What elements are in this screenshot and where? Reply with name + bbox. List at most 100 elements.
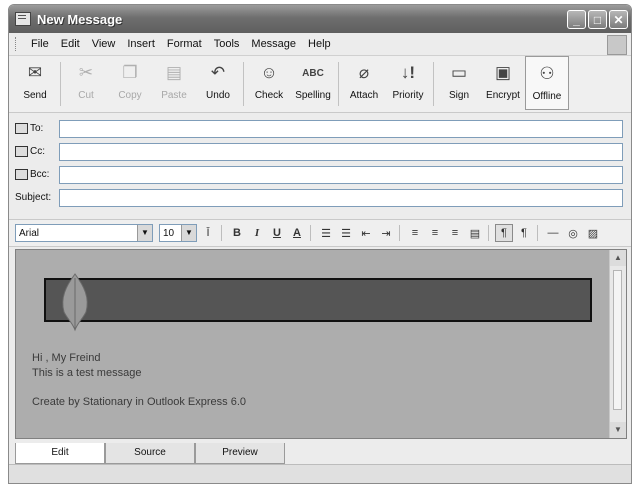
paragraph-style-icon[interactable]: Ī [199,224,217,242]
new-message-icon [15,12,31,26]
cc-row: Cc: [15,140,625,163]
maximize-button[interactable]: □ [588,9,607,29]
cut-button[interactable]: ✂ Cut [64,56,108,110]
justify-icon[interactable]: ▤ [466,224,484,242]
cc-label: Cc: [30,146,45,157]
hyperlink-icon[interactable]: ◎ [564,224,582,242]
menu-grip[interactable] [15,37,19,51]
copy-icon: ❐ [122,63,138,82]
send-label: Send [23,90,47,101]
align-center-icon[interactable]: ≡ [426,224,444,242]
undo-button[interactable]: ↶ Undo [196,56,240,110]
address-book-icon [15,123,28,134]
send-icon: ✉ [27,63,43,82]
italic-icon[interactable]: I [248,224,266,242]
title-bar[interactable]: New Message _ □ ✕ [9,5,631,33]
encrypt-label: Encrypt [486,90,520,101]
right-to-left-icon[interactable]: ¶ [515,224,533,242]
tab-preview[interactable]: Preview [195,443,285,464]
check-names-button[interactable]: ☺ Check [247,56,291,110]
toolbar-separator [338,62,339,106]
toolbar-separator [433,62,434,106]
address-fields: To: Cc: Bcc: Subject: [9,113,631,213]
underline-icon[interactable]: U [268,224,286,242]
cc-label-button[interactable]: Cc: [15,146,59,157]
bcc-label-button[interactable]: Bcc: [15,169,59,180]
format-separator [310,225,311,241]
vertical-scrollbar[interactable]: ▲ ▼ [609,250,626,438]
scroll-thumb[interactable] [613,270,622,410]
priority-icon: ↓! [400,63,416,82]
message-line-3: Create by Stationary in Outlook Express … [32,396,246,408]
undo-label: Undo [206,90,230,101]
font-select-value: Arial [19,227,40,239]
to-field[interactable] [59,119,623,138]
address-book-icon [15,146,28,157]
left-to-right-icon[interactable]: ¶ [495,224,513,242]
numbered-list-icon[interactable]: ☰ [317,224,335,242]
toolbar-separator [60,62,61,106]
menu-tools[interactable]: Tools [208,38,246,50]
attach-button[interactable]: ⌀ Attach [342,56,386,110]
scissors-icon: ✂ [78,63,94,82]
encrypt-button[interactable]: ▣ Encrypt [481,56,525,110]
menu-format[interactable]: Format [161,38,208,50]
stationery-banner [44,273,592,332]
minimize-button[interactable]: _ [567,9,586,29]
sign-icon: ▭ [450,63,468,82]
new-message-window: New Message _ □ ✕ File Edit View Insert … [8,4,632,484]
bcc-field[interactable] [59,165,623,184]
menu-file[interactable]: File [25,38,55,50]
font-select[interactable]: Arial ▼ [15,224,153,242]
offline-button[interactable]: ⚇ Offline [525,56,569,110]
window-title: New Message [37,11,123,27]
insert-picture-icon[interactable]: ▨ [584,224,602,242]
subject-row: Subject: [15,186,625,209]
format-separator [488,225,489,241]
chevron-down-icon[interactable]: ▼ [137,225,152,241]
message-body[interactable]: Hi , My Freind This is a test message Cr… [15,249,627,439]
align-left-icon[interactable]: ≡ [406,224,424,242]
to-label-button[interactable]: To: [15,123,59,134]
menu-edit[interactable]: Edit [55,38,86,50]
copy-button[interactable]: ❐ Copy [108,56,152,110]
scroll-down-icon[interactable]: ▼ [610,422,626,438]
font-color-icon[interactable]: A [288,224,306,242]
increase-indent-icon[interactable]: ⇥ [377,224,395,242]
priority-button[interactable]: ↓! Priority [386,56,430,110]
sign-button[interactable]: ▭ Sign [437,56,481,110]
tab-source[interactable]: Source [105,443,195,464]
decrease-indent-icon[interactable]: ⇤ [357,224,375,242]
align-right-icon[interactable]: ≡ [446,224,464,242]
copy-label: Copy [118,90,142,101]
format-separator [221,225,222,241]
horizontal-line-icon[interactable]: — [544,224,562,242]
menu-message[interactable]: Message [245,38,302,50]
cc-field[interactable] [59,142,623,161]
close-button[interactable]: ✕ [609,9,628,29]
tab-edit[interactable]: Edit [15,443,105,464]
windows-flag-icon [607,35,627,55]
format-separator [537,225,538,241]
to-row: To: [15,117,625,140]
address-book-icon [15,169,28,180]
message-content[interactable]: Hi , My Freind This is a test message Cr… [16,250,610,438]
bold-icon[interactable]: B [228,224,246,242]
font-size-value: 10 [163,227,175,239]
send-button[interactable]: ✉ Send [13,56,57,110]
paste-button[interactable]: ▤ Paste [152,56,196,110]
toolbar-separator [243,62,244,106]
menu-insert[interactable]: Insert [121,38,161,50]
spelling-button[interactable]: ABC Spelling [291,56,335,110]
subject-field[interactable] [59,188,623,207]
scroll-up-icon[interactable]: ▲ [610,250,626,266]
menu-view[interactable]: View [86,38,122,50]
formatting-toolbar: Arial ▼ 10 ▼ Ī B I U A ☰ ☰ ⇤ ⇥ ≡ ≡ ≡ ▤ ¶… [9,219,631,247]
paperclip-icon: ⌀ [358,63,370,82]
chevron-down-icon[interactable]: ▼ [181,225,196,241]
font-size-select[interactable]: 10 ▼ [159,224,197,242]
cut-label: Cut [78,90,94,101]
bulleted-list-icon[interactable]: ☰ [337,224,355,242]
paste-icon: ▤ [165,63,183,82]
menu-help[interactable]: Help [302,38,337,50]
